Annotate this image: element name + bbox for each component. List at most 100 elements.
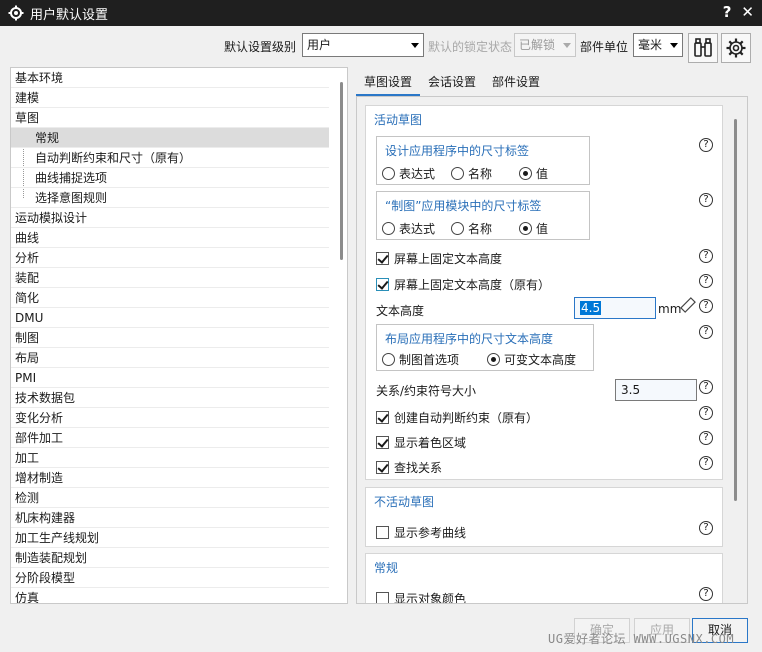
show-ref-curves-checkbox[interactable]: 显示参考曲线 <box>376 524 466 541</box>
active-sketch-title: 活动草图 <box>374 113 423 127</box>
tree-item[interactable]: 加工生产线规划 <box>11 528 329 548</box>
chevron-down-icon <box>411 43 419 48</box>
help-icon[interactable]: ? <box>699 325 713 339</box>
radio-expression[interactable]: 表达式 <box>382 165 435 182</box>
tree-item[interactable]: 制图 <box>11 328 329 348</box>
tree-item-snap[interactable]: 曲线捕捉选项 <box>11 168 329 188</box>
tree-item[interactable]: 加工 <box>11 448 329 468</box>
lock-value: 已解锁 <box>519 38 556 52</box>
layout-height-group: 布局应用程序中的尺寸文本高度 制图首选项 可变文本高度 <box>376 324 594 371</box>
tree-item-sketch[interactable]: 草图 <box>11 108 329 128</box>
tree-item-basic-env[interactable]: 基本环境 <box>11 68 329 88</box>
layout-height-title: 布局应用程序中的尺寸文本高度 <box>385 332 554 346</box>
general-title: 常规 <box>374 561 399 575</box>
tree-item[interactable]: 机床构建器 <box>11 508 329 528</box>
lock-label: 默认的锁定状态 <box>428 40 513 54</box>
tree-item[interactable]: 变化分析 <box>11 408 329 428</box>
help-icon[interactable]: ? <box>699 249 713 263</box>
tree-item[interactable]: 曲线 <box>11 228 329 248</box>
create-inferred-checkbox[interactable]: 创建自动判断约束（原有） <box>376 409 538 426</box>
unit-label: 部件单位 <box>580 40 629 54</box>
title-bar: 用户默认设置 ? ✕ <box>0 0 762 26</box>
text-height-label: 文本高度 <box>376 304 425 318</box>
help-button[interactable]: ? <box>723 3 732 21</box>
drafting-label-group: “制图”应用模块中的尺寸标签 表达式 名称 值 <box>376 191 590 240</box>
level-label: 默认设置级别 <box>224 40 297 54</box>
help-icon[interactable]: ? <box>699 299 713 313</box>
inactive-sketch-group: 不活动草图 显示参考曲线 ? <box>365 487 723 547</box>
dim-label-group: 设计应用程序中的尺寸标签 表达式 名称 值 <box>376 136 590 185</box>
radio-variable-height[interactable]: 可变文本高度 <box>487 351 576 368</box>
settings-panel: 活动草图 设计应用程序中的尺寸标签 表达式 名称 值 ? “制图”应用模块中的尺… <box>356 96 748 604</box>
help-icon[interactable]: ? <box>699 138 713 152</box>
symbol-size-input[interactable]: 3.5 <box>615 379 697 401</box>
tab-sketch-settings[interactable]: 草图设置 <box>356 70 421 96</box>
radio-expression[interactable]: 表达式 <box>382 220 435 237</box>
help-icon[interactable]: ? <box>699 274 713 288</box>
radio-name[interactable]: 名称 <box>451 165 492 182</box>
show-shaded-checkbox[interactable]: 显示着色区域 <box>376 434 466 451</box>
radio-drafting-pref[interactable]: 制图首选项 <box>382 351 459 368</box>
gear-icon <box>726 38 746 58</box>
tab-session-settings[interactable]: 会话设置 <box>420 70 484 96</box>
tree-item-inferred[interactable]: 自动判断约束和尺寸（原有） <box>11 148 329 168</box>
tree-item[interactable]: 运动模拟设计 <box>11 208 329 228</box>
tree-item[interactable]: 检测 <box>11 488 329 508</box>
tree-item[interactable]: 部件加工 <box>11 428 329 448</box>
find-button[interactable] <box>688 33 718 63</box>
help-icon[interactable]: ? <box>699 380 713 394</box>
help-icon[interactable]: ? <box>699 406 713 420</box>
settings-button[interactable] <box>721 33 751 63</box>
tree-item[interactable]: 仿真 <box>11 588 329 603</box>
text-height-input[interactable]: 4.5 <box>574 297 656 319</box>
tree-item[interactable]: 装配 <box>11 268 329 288</box>
chevron-down-icon <box>670 43 678 48</box>
level-dropdown[interactable]: 用户 <box>302 33 424 57</box>
unit-value: 毫米 <box>638 38 663 52</box>
show-object-color-checkbox[interactable]: 显示对象颜色 <box>376 590 466 603</box>
fix-text-height-legacy-checkbox[interactable]: 屏幕上固定文本高度（原有） <box>376 276 550 293</box>
tab-part-settings[interactable]: 部件设置 <box>484 70 548 96</box>
unit-dropdown[interactable]: 毫米 <box>633 33 683 57</box>
help-icon[interactable]: ? <box>699 456 713 470</box>
tree-item[interactable]: 分析 <box>11 248 329 268</box>
chevron-down-icon <box>563 43 571 48</box>
settings-tabs: 草图设置 会话设置 部件设置 <box>356 70 548 96</box>
general-group: 常规 显示对象颜色 ? <box>365 553 723 603</box>
active-sketch-group: 活动草图 设计应用程序中的尺寸标签 表达式 名称 值 ? “制图”应用模块中的尺… <box>365 105 723 480</box>
level-value: 用户 <box>307 38 332 52</box>
inactive-sketch-title: 不活动草图 <box>374 495 435 509</box>
tree-item[interactable]: PMI <box>11 368 329 388</box>
tree-item[interactable]: 分阶段模型 <box>11 568 329 588</box>
tree-scrollbar[interactable] <box>340 82 343 260</box>
binoculars-icon <box>694 38 712 57</box>
help-icon[interactable]: ? <box>699 521 713 535</box>
tree-item[interactable]: 增材制造 <box>11 468 329 488</box>
fix-text-height-checkbox[interactable]: 屏幕上固定文本高度 <box>376 250 502 267</box>
tree-item[interactable]: 简化 <box>11 288 329 308</box>
tree-item[interactable]: 制造装配规划 <box>11 548 329 568</box>
category-tree: 基本环境 建模 草图 常规 自动判断约束和尺寸（原有） 曲线捕捉选项 选择意图规… <box>10 67 348 604</box>
radio-name[interactable]: 名称 <box>451 220 492 237</box>
radio-value[interactable]: 值 <box>519 165 548 182</box>
tree-item-modeling[interactable]: 建模 <box>11 88 329 108</box>
settings-gear-icon <box>8 5 24 21</box>
tree-item[interactable]: DMU <box>11 308 329 328</box>
tree-item-intent[interactable]: 选择意图规则 <box>11 188 329 208</box>
tree-item[interactable]: 技术数据包 <box>11 388 329 408</box>
help-icon[interactable]: ? <box>699 193 713 207</box>
window-title: 用户默认设置 <box>30 7 109 23</box>
panel-scrollbar[interactable] <box>734 119 737 501</box>
text-height-unit: mm <box>658 302 682 316</box>
help-icon[interactable]: ? <box>699 587 713 601</box>
dim-label-title: 设计应用程序中的尺寸标签 <box>385 144 530 158</box>
tree-item-general[interactable]: 常规 <box>11 128 329 148</box>
tree-item[interactable]: 布局 <box>11 348 329 368</box>
lock-dropdown: 已解锁 <box>514 33 576 57</box>
help-icon[interactable]: ? <box>699 431 713 445</box>
ruler-icon[interactable] <box>680 297 696 313</box>
watermark-text: UG爱好者论坛 WWW.UGSNX.COM <box>548 632 735 646</box>
close-button[interactable]: ✕ <box>741 3 754 21</box>
radio-value[interactable]: 值 <box>519 220 548 237</box>
find-relations-checkbox[interactable]: 查找关系 <box>376 459 442 476</box>
